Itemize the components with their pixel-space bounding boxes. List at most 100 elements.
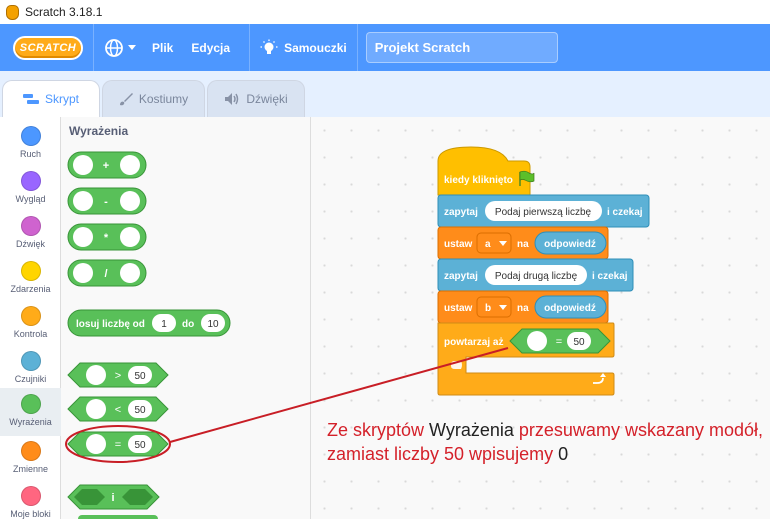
category-looks[interactable]: Wygląd xyxy=(0,166,61,211)
tab-sounds[interactable]: Dźwięki xyxy=(207,80,305,117)
palette-blocks: + - * / losuj liczbę od 1 do 10 > 50 < 5… xyxy=(65,151,231,519)
category-label: Czujniki xyxy=(14,374,47,384)
answer-reporter: odpowiedź xyxy=(544,303,596,314)
category-events[interactable]: Zdarzenia xyxy=(0,256,61,301)
greater-than-block[interactable]: > 50 xyxy=(67,362,169,388)
annotation-part4: 0 xyxy=(558,444,569,464)
and-block[interactable]: i xyxy=(67,484,160,510)
tutorials-label: Samouczki xyxy=(284,40,347,55)
equals-block[interactable]: = 50 xyxy=(67,431,169,457)
category-motion[interactable]: Ruch xyxy=(0,121,61,166)
window-title: Scratch 3.18.1 xyxy=(25,5,103,19)
category-label: Zdarzenia xyxy=(10,284,51,294)
compare-value: 50 xyxy=(134,371,146,382)
category-sensing[interactable]: Czujniki xyxy=(0,346,61,391)
category-label: Zmienne xyxy=(12,464,48,474)
category-variables[interactable]: Zmienne xyxy=(0,436,61,481)
set-variable-block-b[interactable]: ustaw b na odpowiedź xyxy=(437,290,609,324)
subtract-block[interactable]: - xyxy=(67,187,147,215)
divide-block[interactable]: / xyxy=(67,259,147,287)
operator-symbol: = xyxy=(115,439,121,451)
ask-block-2[interactable]: zapytaj Podaj drugą liczbę i czekaj xyxy=(437,258,634,292)
add-block[interactable]: + xyxy=(67,151,147,179)
operator-symbol: + xyxy=(103,160,109,172)
file-menu[interactable]: Plik xyxy=(152,41,173,55)
category-label: Wygląd xyxy=(15,194,46,204)
edit-menu[interactable]: Edycja xyxy=(191,41,230,55)
block-palette: Wyrażenia + - * / losuj liczbę od 1 do 1… xyxy=(61,117,311,519)
tutorials-menu[interactable]: Samouczki xyxy=(260,39,347,57)
ask-suffix: i czekaj xyxy=(592,271,628,282)
repeat-until-label: powtarzaj aż xyxy=(444,337,503,348)
set-variable-block-a[interactable]: ustaw a na odpowiedź xyxy=(437,226,609,260)
and-label: i xyxy=(111,492,114,504)
tab-costumes[interactable]: Kostiumy xyxy=(102,80,205,117)
ask-question-text: Podaj pierwszą liczbę xyxy=(495,207,592,218)
operator-symbol: = xyxy=(556,336,562,348)
variables-color-dot xyxy=(20,441,41,461)
events-color-dot xyxy=(20,261,41,281)
annotation-text: Ze skryptów Wyrażenia przesuwamy wskazan… xyxy=(327,418,767,466)
operator-symbol: * xyxy=(104,232,109,244)
speaker-icon xyxy=(225,93,239,105)
hat-label: kiedy kliknięto xyxy=(444,175,513,186)
variable-name: b xyxy=(485,303,491,314)
sensing-color-dot xyxy=(20,351,41,371)
compare-value: 50 xyxy=(134,405,146,416)
category-operators[interactable]: Wyrażenia xyxy=(0,388,61,436)
globe-icon xyxy=(105,38,123,57)
category-label: Ruch xyxy=(19,149,41,159)
multiply-block[interactable]: * xyxy=(67,223,147,251)
random-label-from: losuj liczbę od xyxy=(76,319,145,330)
less-than-block[interactable]: < 50 xyxy=(67,396,169,422)
title-bar: Scratch 3.18.1 xyxy=(0,0,770,24)
ask-block-1[interactable]: zapytaj Podaj pierwszą liczbę i czekaj xyxy=(437,194,650,228)
category-label: Dźwięk xyxy=(15,239,45,249)
menu-separator xyxy=(356,24,358,71)
empty-slot-notch xyxy=(451,361,462,369)
menu-bar: SCRATCH Plik Edycja Samouczki Projekt Sc… xyxy=(0,24,770,71)
ask-label: zapytaj xyxy=(444,207,478,218)
next-block-partial[interactable] xyxy=(78,515,158,519)
compare-value: 50 xyxy=(573,337,585,348)
set-label: ustaw xyxy=(444,239,473,250)
code-blocks-icon xyxy=(22,94,39,104)
repeat-until-block[interactable]: powtarzaj aż = 50 xyxy=(437,322,615,396)
editor-tabs: Skrypt Kostiumy Dźwięki xyxy=(0,71,770,117)
scratch-logo[interactable]: SCRATCH xyxy=(13,35,83,60)
random-to-value: 10 xyxy=(207,319,219,330)
annotation-part2: Wyrażenia xyxy=(429,420,514,440)
operators-color-dot xyxy=(20,394,41,414)
operator-symbol: / xyxy=(104,268,107,280)
random-label-to: do xyxy=(182,319,194,330)
language-menu[interactable] xyxy=(104,38,136,58)
menu-separator xyxy=(93,24,94,71)
tab-code[interactable]: Skrypt xyxy=(2,80,100,117)
equals-condition-slot[interactable]: = 50 xyxy=(509,328,611,354)
ask-question-text: Podaj drugą liczbę xyxy=(495,271,578,282)
tab-costumes-label: Kostiumy xyxy=(138,92,189,106)
my-blocks-color-dot xyxy=(20,486,41,506)
category-menu: Ruch Wygląd Dźwięk Zdarzenia Kontrola Cz… xyxy=(0,117,61,519)
tab-code-label: Skrypt xyxy=(44,92,79,106)
scratch-app-icon xyxy=(6,4,19,20)
category-label: Wyrażenia xyxy=(9,417,52,427)
menu-separator xyxy=(249,24,251,71)
set-to-label: na xyxy=(517,239,529,250)
set-label: ustaw xyxy=(444,303,473,314)
variable-name: a xyxy=(485,239,491,250)
project-title-input[interactable]: Projekt Scratch xyxy=(365,32,558,63)
answer-reporter: odpowiedź xyxy=(544,239,596,250)
random-block[interactable]: losuj liczbę od 1 do 10 xyxy=(67,309,231,337)
lightbulb-icon xyxy=(260,39,278,54)
motion-color-dot xyxy=(20,126,41,146)
ask-label: zapytaj xyxy=(444,271,478,282)
when-flag-clicked-block[interactable]: kiedy kliknięto xyxy=(437,146,535,196)
category-control[interactable]: Kontrola xyxy=(0,301,61,346)
category-sound[interactable]: Dźwięk xyxy=(0,211,61,256)
compare-value: 50 xyxy=(134,440,146,451)
category-my-blocks[interactable]: Moje bloki xyxy=(0,481,61,526)
operator-symbol: - xyxy=(104,196,108,208)
random-from-value: 1 xyxy=(161,319,167,330)
operator-symbol: > xyxy=(115,370,121,382)
